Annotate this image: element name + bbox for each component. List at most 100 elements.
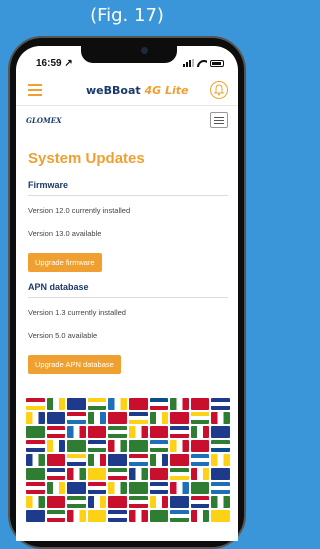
country-flag-icon[interactable] <box>211 482 230 494</box>
country-flag-icon[interactable] <box>149 468 169 480</box>
country-flag-icon[interactable] <box>211 454 230 466</box>
country-flag-icon[interactable] <box>149 412 169 424</box>
upgrade-apn-button[interactable]: Upgrade APN database <box>28 355 121 374</box>
country-flag-icon[interactable] <box>211 440 230 452</box>
country-flag-icon[interactable] <box>67 468 86 480</box>
country-flag-icon[interactable] <box>108 454 127 466</box>
country-flag-icon[interactable] <box>129 440 148 452</box>
country-flag-icon[interactable] <box>170 426 189 438</box>
country-flag-icon[interactable] <box>170 496 189 508</box>
country-flag-icon[interactable] <box>170 510 189 522</box>
country-flag-icon[interactable] <box>87 510 107 522</box>
country-flag-icon[interactable] <box>87 412 107 424</box>
country-flag-icon[interactable] <box>108 440 127 452</box>
country-flag-icon[interactable] <box>129 398 148 410</box>
status-icons <box>183 59 224 67</box>
country-flag-icon[interactable] <box>87 468 107 480</box>
hamburger-menu-icon[interactable] <box>28 84 42 96</box>
notification-bell-icon[interactable] <box>210 81 228 99</box>
country-flag-icon[interactable] <box>129 412 148 424</box>
country-flag-icon[interactable] <box>149 398 169 410</box>
country-flag-icon[interactable] <box>46 426 66 438</box>
country-flag-icon[interactable] <box>67 454 86 466</box>
country-flag-icon[interactable] <box>149 482 169 494</box>
country-flag-icon[interactable] <box>67 510 86 522</box>
country-flag-icon[interactable] <box>211 468 230 480</box>
country-flag-icon[interactable] <box>87 496 107 508</box>
country-flag-icon[interactable] <box>46 496 66 508</box>
country-flag-icon[interactable] <box>46 482 66 494</box>
country-flag-icon[interactable] <box>211 398 230 410</box>
country-flag-icon[interactable] <box>108 496 127 508</box>
country-flag-icon[interactable] <box>87 482 107 494</box>
country-flag-icon[interactable] <box>170 440 189 452</box>
country-flag-icon[interactable] <box>170 454 189 466</box>
country-flag-icon[interactable] <box>26 440 45 452</box>
country-flag-icon[interactable] <box>67 426 86 438</box>
country-flag-icon[interactable] <box>170 482 189 494</box>
country-flag-icon[interactable] <box>67 412 86 424</box>
country-flag-icon[interactable] <box>149 510 169 522</box>
country-flag-icon[interactable] <box>108 468 127 480</box>
country-flag-icon[interactable] <box>190 496 210 508</box>
country-flag-icon[interactable] <box>87 454 107 466</box>
country-flag-icon[interactable] <box>87 398 107 410</box>
country-flag-icon[interactable] <box>190 440 210 452</box>
country-flag-icon[interactable] <box>67 496 86 508</box>
country-flag-icon[interactable] <box>46 468 66 480</box>
country-flag-icon[interactable] <box>46 454 66 466</box>
country-flag-icon[interactable] <box>46 398 66 410</box>
country-flag-icon[interactable] <box>129 426 148 438</box>
app-brand: weBBoat 4G Lite <box>86 84 189 97</box>
upgrade-firmware-button[interactable]: Upgrade firmware <box>28 253 102 272</box>
country-flag-icon[interactable] <box>170 468 189 480</box>
country-flag-icon[interactable] <box>108 398 127 410</box>
country-flag-icon[interactable] <box>129 468 148 480</box>
country-flag-icon[interactable] <box>170 398 189 410</box>
wifi-icon <box>197 59 207 67</box>
country-flag-icon[interactable] <box>67 482 86 494</box>
country-flag-icon[interactable] <box>149 440 169 452</box>
country-flag-icon[interactable] <box>149 426 169 438</box>
country-flag-icon[interactable] <box>87 426 107 438</box>
country-flag-icon[interactable] <box>190 454 210 466</box>
country-flag-icon[interactable] <box>26 412 45 424</box>
country-flag-icon[interactable] <box>26 426 45 438</box>
country-flag-icon[interactable] <box>46 440 66 452</box>
country-flag-icon[interactable] <box>87 440 107 452</box>
country-flag-icon[interactable] <box>129 482 148 494</box>
country-flag-icon[interactable] <box>108 426 127 438</box>
country-flag-icon[interactable] <box>211 426 230 438</box>
app-header: weBBoat 4G Lite <box>16 76 238 106</box>
country-flag-icon[interactable] <box>149 496 169 508</box>
country-flag-icon[interactable] <box>26 510 45 522</box>
country-flag-icon[interactable] <box>108 412 127 424</box>
country-flag-icon[interactable] <box>67 440 86 452</box>
country-flag-icon[interactable] <box>67 398 86 410</box>
country-flag-icon[interactable] <box>211 412 230 424</box>
country-flag-icon[interactable] <box>129 496 148 508</box>
country-flag-icon[interactable] <box>190 398 210 410</box>
country-flag-icon[interactable] <box>26 496 45 508</box>
country-flag-icon[interactable] <box>190 468 210 480</box>
apn-heading: APN database <box>28 282 228 298</box>
country-flag-icon[interactable] <box>190 482 210 494</box>
country-flag-icon[interactable] <box>211 496 230 508</box>
country-flag-icon[interactable] <box>108 482 127 494</box>
country-flag-icon[interactable] <box>46 510 66 522</box>
country-flag-icon[interactable] <box>108 510 127 522</box>
country-flag-icon[interactable] <box>190 510 210 522</box>
country-flag-icon[interactable] <box>149 454 169 466</box>
country-flag-icon[interactable] <box>26 482 45 494</box>
menu-toggle-button[interactable] <box>210 112 228 128</box>
country-flag-icon[interactable] <box>129 510 148 522</box>
country-flag-icon[interactable] <box>26 454 45 466</box>
country-flag-icon[interactable] <box>211 510 230 522</box>
country-flag-icon[interactable] <box>46 412 66 424</box>
country-flag-icon[interactable] <box>26 468 45 480</box>
country-flag-icon[interactable] <box>170 412 189 424</box>
country-flag-icon[interactable] <box>129 454 148 466</box>
country-flag-icon[interactable] <box>26 398 45 410</box>
country-flag-icon[interactable] <box>190 426 210 438</box>
country-flag-icon[interactable] <box>190 412 210 424</box>
